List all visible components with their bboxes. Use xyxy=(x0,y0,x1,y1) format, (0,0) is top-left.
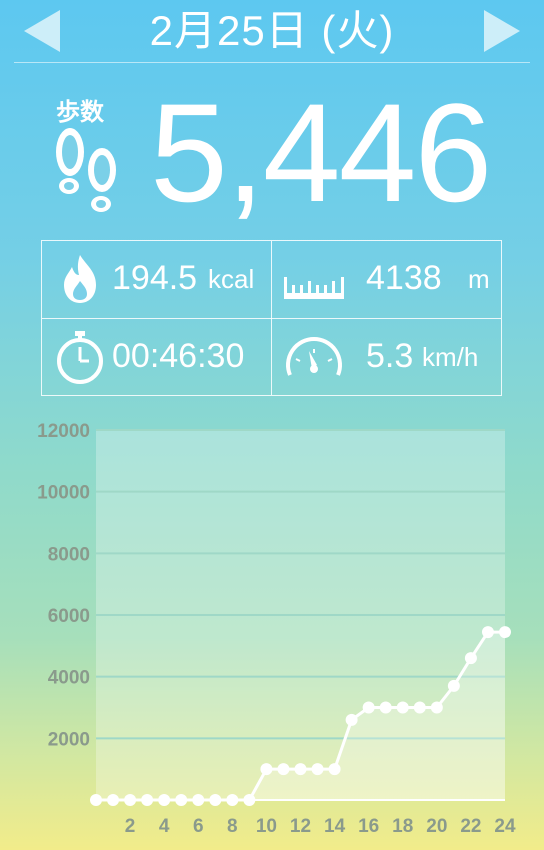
date-header: 2月25日 (火) xyxy=(0,0,544,62)
speedometer-icon xyxy=(286,337,342,376)
data-point xyxy=(447,679,460,692)
data-point xyxy=(175,794,188,806)
data-point xyxy=(294,763,307,776)
duration-value: 00:46:30 xyxy=(112,337,245,375)
x-tick-label: 12 xyxy=(290,816,311,837)
ruler-icon xyxy=(284,277,344,299)
x-tick-label: 8 xyxy=(227,816,238,837)
y-tick-label: 10000 xyxy=(37,483,90,504)
data-point xyxy=(107,794,120,806)
data-point xyxy=(328,763,341,776)
data-point xyxy=(209,794,222,806)
data-point xyxy=(226,794,239,806)
flame-icon xyxy=(64,255,96,303)
y-tick-label: 12000 xyxy=(37,421,90,442)
data-point xyxy=(243,794,256,806)
stats-panel: 194.5 kcal 4138 m 00:46:30 5.3 km/h xyxy=(41,240,502,396)
data-point xyxy=(90,794,102,806)
data-point xyxy=(430,701,443,714)
data-point xyxy=(158,794,171,806)
steps-label: 歩数 xyxy=(56,99,104,126)
calories-stat: 194.5 kcal xyxy=(42,241,272,318)
y-tick-label: 8000 xyxy=(48,544,90,565)
x-tick-label: 18 xyxy=(392,816,413,837)
x-tick-label: 10 xyxy=(256,816,277,837)
data-point xyxy=(499,626,511,639)
x-tick-label: 4 xyxy=(159,816,170,837)
data-point xyxy=(464,652,477,665)
data-point xyxy=(277,763,290,776)
distance-stat: 4138 m xyxy=(272,241,502,318)
x-tick-label: 22 xyxy=(460,816,481,837)
data-point xyxy=(396,701,409,714)
x-tick-label: 24 xyxy=(494,816,516,837)
data-point xyxy=(124,794,137,806)
steps-count: 5,446 xyxy=(150,74,492,231)
x-tick-label: 20 xyxy=(426,816,447,837)
distance-unit: m xyxy=(468,264,490,294)
header-divider xyxy=(14,62,530,63)
data-point xyxy=(260,763,273,776)
x-tick-label: 6 xyxy=(193,816,204,837)
speed-unit: km/h xyxy=(422,342,479,372)
data-point xyxy=(192,794,205,806)
calories-unit: kcal xyxy=(208,264,255,294)
x-tick-label: 2 xyxy=(125,816,136,837)
duration-stat: 00:46:30 xyxy=(42,319,272,396)
data-point xyxy=(413,701,426,714)
speed-value: 5.3 xyxy=(366,337,414,375)
speed-stat: 5.3 km/h xyxy=(272,319,502,396)
data-point xyxy=(362,701,375,714)
date-title: 2月25日 (火) xyxy=(149,7,395,54)
data-point xyxy=(311,763,324,776)
x-tick-label: 14 xyxy=(324,816,346,837)
chart-canvas: 200040006000800010000120002 4 6 8 10 12 14 16 18… xyxy=(37,421,516,837)
footprints-icon xyxy=(56,128,116,212)
stopwatch-icon xyxy=(57,331,103,384)
data-point xyxy=(345,713,358,726)
next-day-button[interactable] xyxy=(482,8,522,54)
data-point xyxy=(141,794,154,806)
distance-value: 4138 xyxy=(366,259,442,297)
y-tick-label: 4000 xyxy=(48,668,90,689)
hourly-steps-chart: 2000 4000 6000 8000 10000 12000 2 4 6 8 10 12 14 16 18… xyxy=(0,410,544,850)
calories-value: 194.5 xyxy=(112,259,198,297)
data-point xyxy=(379,701,392,714)
y-tick-label: 6000 xyxy=(48,606,90,627)
y-tick-label: 2000 xyxy=(48,729,90,750)
x-tick-label: 16 xyxy=(358,816,379,837)
data-point xyxy=(481,626,494,639)
